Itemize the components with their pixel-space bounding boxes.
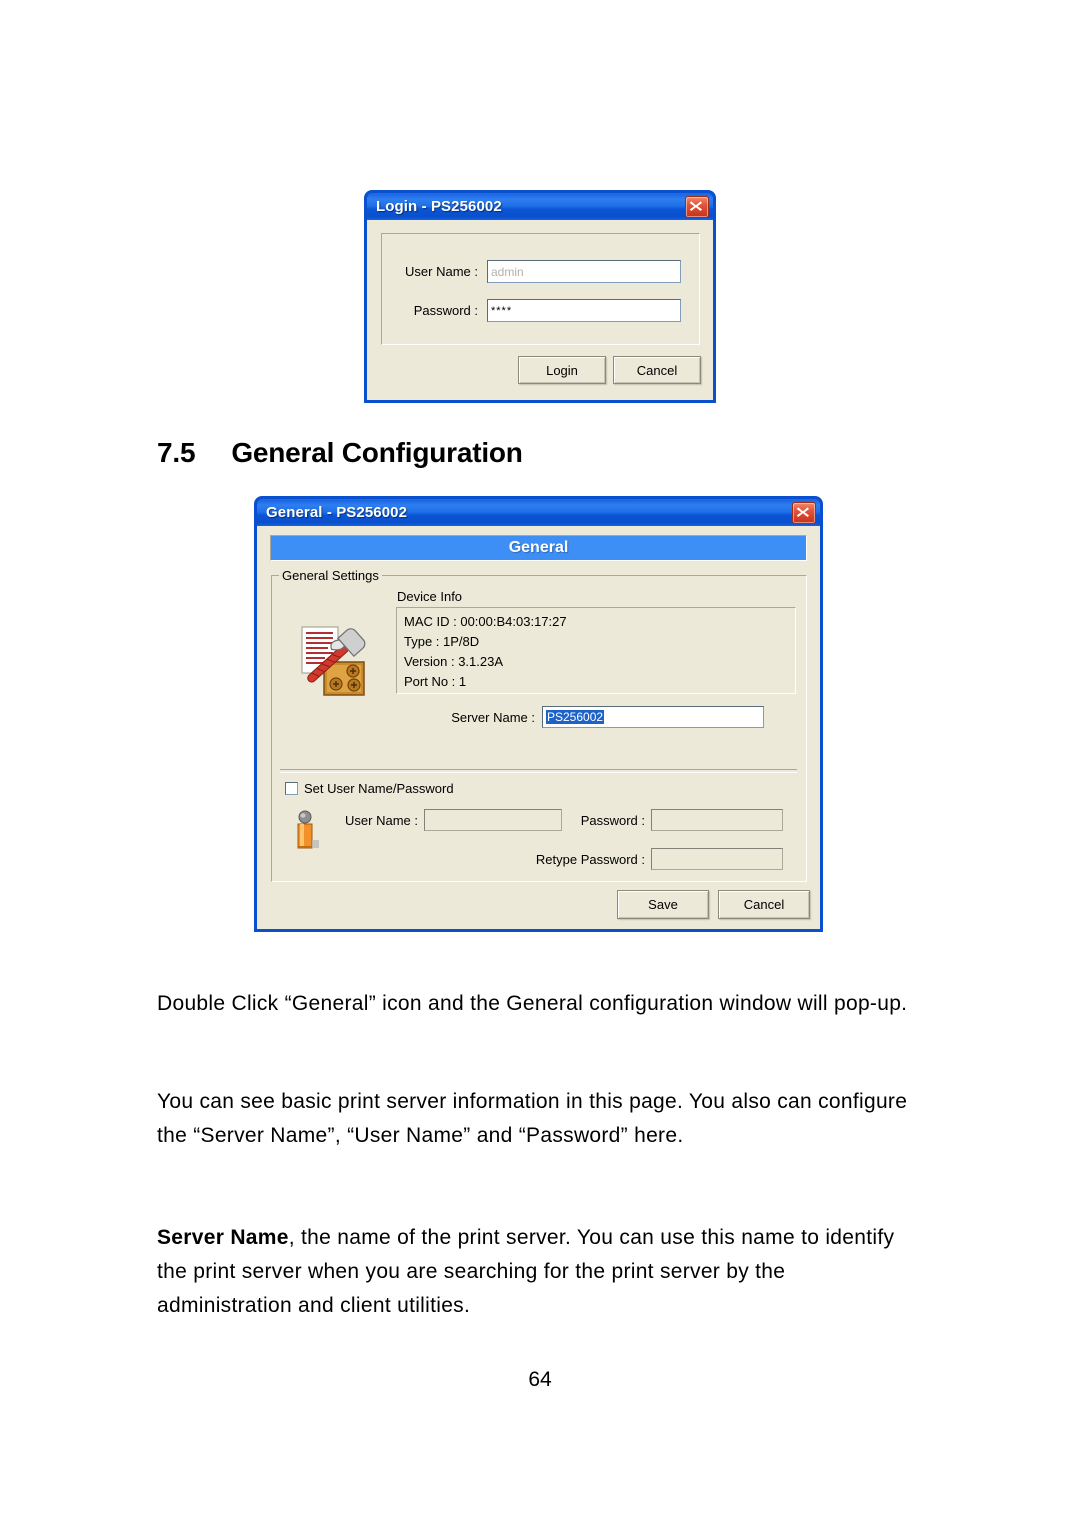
login-username-label: User Name : [405,264,478,279]
section-title: General Configuration [231,437,523,468]
set-user-name-password-checkbox[interactable]: Set User Name/Password [285,781,454,796]
page-title: 7.5 General Configuration [157,437,523,469]
device-info-version: Version : 3.1.23A [404,654,504,669]
credentials-password-row: Password : [571,809,783,831]
close-icon[interactable] [792,501,816,524]
document-hammer-icon [294,622,374,707]
person-icon [292,810,326,859]
device-info-port-no: Port No : 1 [404,674,467,689]
section-number: 7.5 [157,437,196,468]
general-cancel-button[interactable]: Cancel [718,890,810,919]
login-dialog: Login - PS256002 User Name : admin Passw… [364,190,716,403]
credentials-password-label: Password : [580,812,645,828]
login-button[interactable]: Login [518,356,606,384]
login-password-row: Password : **** [392,299,681,322]
server-name-row: Server Name : PS256002 [447,706,764,728]
login-dialog-body: User Name : admin Password : **** Login … [364,220,716,403]
server-name-label: Server Name : [451,709,535,725]
credentials-retype-password-input[interactable] [651,848,783,870]
login-cancel-button[interactable]: Cancel [613,356,701,384]
credentials-retype-password-label: Retype Password : [535,851,645,867]
general-titlebar[interactable]: General - PS256002 [254,496,823,526]
server-name-value: PS256002 [546,710,605,724]
login-username-input[interactable]: admin [487,260,681,283]
divider [280,769,797,773]
paragraph-1: Double Click “General” icon and the Gene… [157,992,908,1015]
login-password-input[interactable]: **** [487,299,681,322]
login-title-text: Login - PS256002 [376,198,502,215]
credentials-username-row: User Name : [330,809,562,831]
general-tab-banner: General [270,535,807,561]
paragraph-3: Server Name, the name of the print serve… [157,1221,917,1323]
login-username-row: User Name : admin [392,260,681,283]
device-info-panel: MAC ID : 00:00:B4:03:17:27 Type : 1P/8D … [396,607,796,694]
save-button[interactable]: Save [617,890,709,919]
checkbox-icon[interactable] [285,782,298,795]
credentials-retype-password-row: Retype Password : [523,848,783,870]
general-dialog-body: General General Settings Device Info MAC… [254,526,823,932]
general-title-text: General - PS256002 [266,504,408,521]
paragraph-2: You can see basic print server informati… [157,1090,908,1147]
device-info-type: Type : 1P/8D [404,634,480,649]
credentials-username-input[interactable] [424,809,562,831]
server-name-input[interactable]: PS256002 [542,706,764,728]
general-dialog: General - PS256002 General General Setti… [254,496,823,932]
credentials-password-input[interactable] [651,809,783,831]
credentials-username-label: User Name : [345,812,418,828]
close-icon[interactable] [685,195,709,218]
login-field-panel: User Name : admin Password : **** [381,233,700,345]
device-info-mac-id: MAC ID : 00:00:B4:03:17:27 [404,614,567,629]
set-user-name-password-label: Set User Name/Password [304,781,454,796]
general-settings-legend: General Settings [279,568,382,583]
login-titlebar[interactable]: Login - PS256002 [364,190,716,220]
paragraph-3-lead: Server Name [157,1226,289,1249]
general-settings-groupbox: General Settings Device Info MAC ID: 00… [271,568,807,882]
page-number: 64 [528,1368,552,1391]
device-info-label: Device Info [397,589,463,604]
login-password-label: Password : [413,303,478,318]
